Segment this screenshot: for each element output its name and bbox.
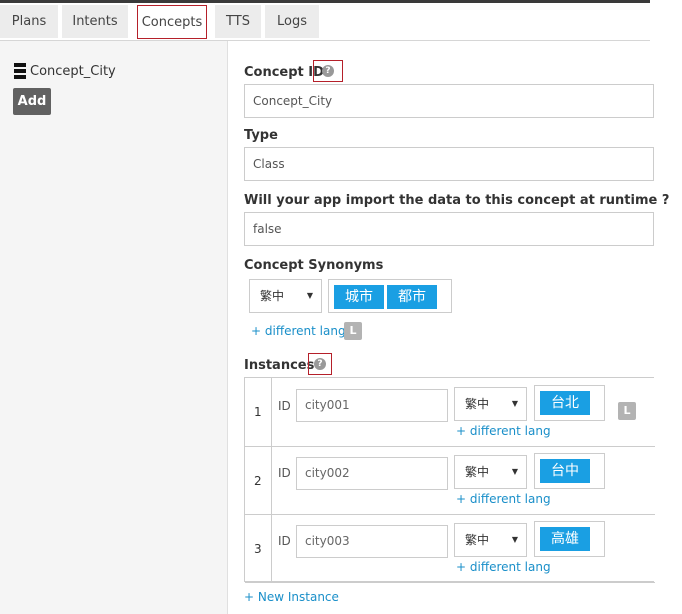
chevron-down-icon: ▼ — [511, 535, 518, 544]
concept-list-panel: Concept_City Add — [0, 41, 228, 614]
synonyms-different-lang-link[interactable]: + different lang — [251, 324, 346, 338]
instance-number: 2 — [254, 474, 262, 488]
add-concept-button[interactable]: Add — [13, 88, 51, 115]
type-select[interactable]: Class — [244, 147, 654, 181]
chevron-down-icon: ▼ — [511, 467, 518, 476]
instance-lang-value: 繁中 — [465, 397, 490, 411]
instance-tag[interactable]: 台中 — [540, 459, 590, 483]
instance-lang-select[interactable]: 繁中 ▼ — [454, 387, 527, 421]
instance-number: 1 — [254, 405, 262, 419]
instances-table: 1 ID city001 繁中 ▼ 台北 + different lang L … — [244, 377, 655, 583]
concept-item-label: Concept_City — [30, 63, 116, 79]
help-icon: ? — [322, 65, 334, 77]
instance-id-input[interactable]: city003 — [296, 525, 448, 558]
synonyms-label: Concept Synonyms — [244, 258, 384, 273]
instance-lang-badge[interactable]: L — [618, 402, 636, 420]
synonyms-lang-badge[interactable]: L — [344, 322, 362, 340]
chevron-down-icon: ▼ — [306, 291, 313, 300]
instance-tag[interactable]: 台北 — [540, 391, 590, 415]
instances-help[interactable]: ? — [308, 353, 332, 375]
table-row: 3 ID city003 繁中 ▼ 高雄 + different lang — [245, 514, 655, 583]
instance-id-label: ID — [278, 466, 291, 480]
tab-tts[interactable]: TTS — [215, 5, 261, 38]
tab-logs[interactable]: Logs — [265, 5, 319, 38]
instance-lang-select[interactable]: 繁中 ▼ — [454, 523, 527, 557]
synonyms-lang-value: 繁中 — [260, 289, 285, 303]
table-row: 2 ID city002 繁中 ▼ 台中 + different lang — [245, 446, 655, 515]
chevron-down-icon: ▼ — [511, 399, 518, 408]
drag-handle-icon[interactable] — [14, 63, 26, 79]
instance-different-lang-link[interactable]: + different lang — [456, 424, 551, 438]
instance-tag-box[interactable]: 台北 — [534, 385, 605, 421]
runtime-import-select[interactable]: false — [244, 212, 654, 246]
instances-label: Instances — [244, 358, 315, 373]
synonym-tag[interactable]: 城市 — [334, 285, 384, 309]
instance-id-input[interactable]: city002 — [296, 457, 448, 490]
concept-list-item[interactable]: Concept_City — [14, 63, 116, 79]
synonyms-lang-select[interactable]: 繁中 ▼ — [249, 279, 322, 313]
instance-lang-value: 繁中 — [465, 465, 490, 479]
synonyms-tag-box[interactable]: 城市 都市 — [328, 279, 452, 313]
instance-tag[interactable]: 高雄 — [540, 527, 590, 551]
instance-tag-box[interactable]: 高雄 — [534, 521, 605, 557]
tab-plans[interactable]: Plans — [0, 5, 58, 38]
instance-id-label: ID — [278, 399, 291, 413]
type-label: Type — [244, 128, 278, 143]
concept-id-label: Concept ID — [244, 65, 324, 80]
help-icon: ? — [314, 358, 326, 370]
instance-lang-value: 繁中 — [465, 533, 490, 547]
instance-lang-select[interactable]: 繁中 ▼ — [454, 455, 527, 489]
instance-different-lang-link[interactable]: + different lang — [456, 560, 551, 574]
instance-different-lang-link[interactable]: + different lang — [456, 492, 551, 506]
concept-id-help[interactable]: ? — [313, 60, 343, 82]
table-row: 1 ID city001 繁中 ▼ 台北 + different lang L — [245, 378, 655, 447]
instance-id-input[interactable]: city001 — [296, 389, 448, 422]
instance-number: 3 — [254, 542, 262, 556]
concept-id-input[interactable]: Concept_City — [244, 84, 654, 118]
synonym-tag[interactable]: 都市 — [387, 285, 437, 309]
tab-intents[interactable]: Intents — [62, 5, 128, 38]
tab-bar: Plans Intents Concepts TTS Logs — [0, 3, 650, 41]
new-instance-link[interactable]: + New Instance — [244, 590, 339, 604]
instance-tag-box[interactable]: 台中 — [534, 453, 605, 489]
instance-id-label: ID — [278, 534, 291, 548]
runtime-import-label: Will your app import the data to this co… — [244, 193, 670, 208]
tab-concepts[interactable]: Concepts — [137, 5, 207, 39]
